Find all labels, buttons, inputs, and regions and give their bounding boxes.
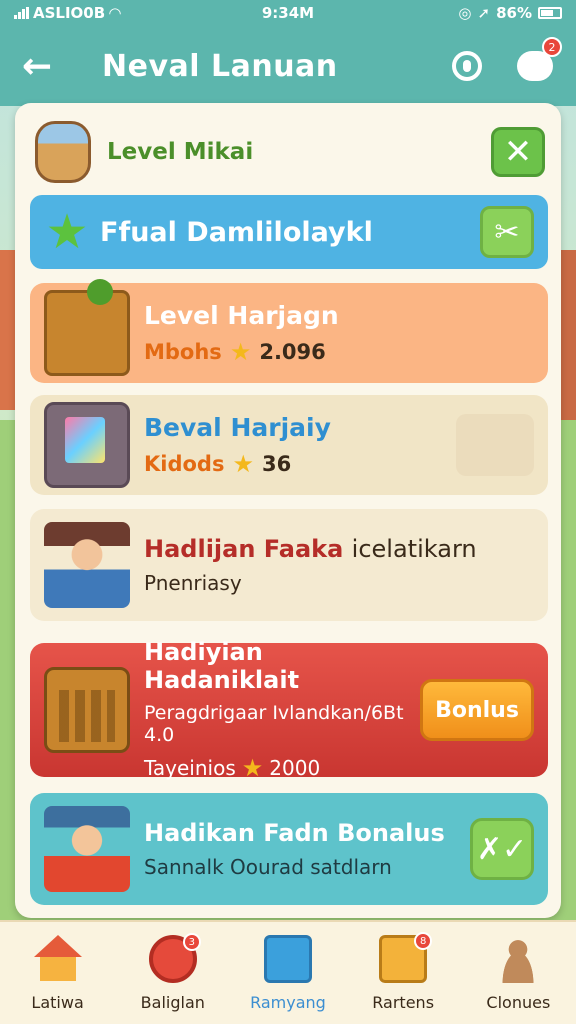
- level-panel: Level Mikai ✕ ★ Ffual Damlilolaykl ✂ Lev…: [15, 103, 561, 918]
- card-title: Hadlijan Faaka icelatikarn: [144, 535, 534, 563]
- featured-banner[interactable]: ★ Ffual Damlilolaykl ✂: [30, 195, 548, 269]
- star-icon: ★: [241, 754, 264, 782]
- record-button[interactable]: [448, 47, 486, 85]
- claim-icon: ✗✓: [476, 831, 528, 867]
- nav-item-profile[interactable]: Clonues: [468, 935, 568, 1012]
- chat-badge: 2: [542, 37, 562, 57]
- battery-icon: [538, 7, 562, 19]
- flag-icon: [263, 935, 312, 983]
- wifi-icon: ◠: [109, 4, 121, 22]
- card-subtitle: Pnenriasy: [144, 571, 242, 595]
- nav-label: Clonues: [486, 993, 551, 1012]
- close-icon: ✕: [503, 132, 533, 172]
- nav-item-lamp[interactable]: 8 Rartens: [353, 932, 453, 1012]
- card-points: 2000: [269, 756, 321, 780]
- nav-label: Rartens: [372, 993, 435, 1012]
- reward-card-final[interactable]: Hadikan Fadn Bonalus Sannalk Oourad satd…: [30, 793, 548, 905]
- target-icon: 3: [148, 933, 201, 983]
- nav-item-target[interactable]: 3 Baliglan: [123, 933, 223, 1012]
- nav-item-home[interactable]: Latiwa: [8, 935, 108, 1012]
- empty-slot: [456, 414, 534, 476]
- card-points: 2.096: [259, 339, 326, 364]
- page-title: Neval Lanuan: [102, 48, 338, 84]
- level-header-row: Level Mikai ✕: [35, 117, 545, 187]
- star-icon: ★: [229, 337, 252, 366]
- status-bar: ASLIO0B ◠ 9:34M ◎ ➚ 86%: [0, 0, 576, 26]
- card-title: Beval Harjaiy: [144, 412, 331, 442]
- reward-card-character[interactable]: Hadlijan Faaka icelatikarn Pnenriasy: [30, 509, 548, 621]
- card-title: Hadikan Fadn Bonalus: [144, 819, 445, 847]
- claim-button[interactable]: ✗✓: [470, 818, 534, 880]
- nav-badge: 3: [182, 933, 201, 951]
- card-sub-label: Mbohs: [144, 339, 222, 364]
- card-title: Hadiyian Hadaniklait: [144, 638, 300, 694]
- star-icon: ★: [232, 449, 254, 478]
- battery-percent: 86%: [496, 4, 532, 22]
- calendar-icon: [44, 667, 130, 753]
- nav-label: Ramyang: [250, 993, 326, 1012]
- card-sub-label: Tayeinios: [144, 756, 236, 780]
- back-arrow-icon[interactable]: ←: [22, 46, 82, 87]
- close-button[interactable]: ✕: [491, 127, 545, 177]
- scissors-icon: ✂: [494, 214, 520, 250]
- nav-badge: 8: [414, 932, 433, 950]
- treasure-box-icon: [44, 279, 130, 376]
- reward-card-tablet[interactable]: Beval Harjaiy Kidods ★ 36: [30, 395, 548, 495]
- character-coin-icon: [44, 806, 130, 892]
- bottom-nav: Latiwa 3 Baliglan Ramyang 8 Rartens Clon…: [0, 896, 576, 1024]
- reward-card-bonus[interactable]: Hadiyian Hadaniklait Peragdrigaar Ivland…: [30, 638, 548, 782]
- card-description: Peragdrigaar Ivlandkan/6Bt 4.0: [144, 702, 404, 746]
- reward-card-box[interactable]: Level Harjagn Mbohs ★ 2.096: [30, 279, 548, 383]
- card-title-main: Hadlijan Faaka: [144, 535, 344, 563]
- featured-banner-label: Ffual Damlilolaykl: [100, 216, 373, 248]
- chat-button[interactable]: 2: [516, 37, 562, 85]
- person-icon: [494, 935, 543, 983]
- card-points: 36: [261, 451, 292, 476]
- scissors-button[interactable]: ✂: [480, 206, 534, 258]
- signal-icon: [14, 7, 29, 19]
- card-sub-label: Kidods: [144, 451, 225, 476]
- card-title: Level Harjagn: [144, 300, 339, 330]
- level-header-label: Level Mikai: [107, 139, 254, 165]
- location-icon: ➚: [477, 4, 491, 22]
- nav-label: Latiwa: [31, 993, 84, 1012]
- jar-icon: [35, 121, 91, 183]
- character-icon: [44, 522, 130, 608]
- alarm-icon: ◎: [458, 4, 472, 22]
- card-title-suffix: icelatikarn: [351, 535, 477, 563]
- record-icon: [452, 51, 482, 81]
- house-icon: [33, 935, 82, 983]
- nav-item-flag[interactable]: Ramyang: [227, 896, 348, 1024]
- clock: 9:34M: [261, 4, 315, 22]
- bonus-button[interactable]: Bonlus: [420, 679, 534, 741]
- star-icon: ★: [45, 204, 89, 260]
- nav-label: Baliglan: [140, 993, 205, 1012]
- tablet-icon: [44, 402, 130, 488]
- lamp-icon: 8: [379, 932, 433, 983]
- carrier-label: ASLIO0B: [33, 4, 106, 22]
- app-header: ← Neval Lanuan 2: [0, 26, 576, 106]
- card-subtitle: Sannalk Oourad satdlarn: [144, 855, 392, 879]
